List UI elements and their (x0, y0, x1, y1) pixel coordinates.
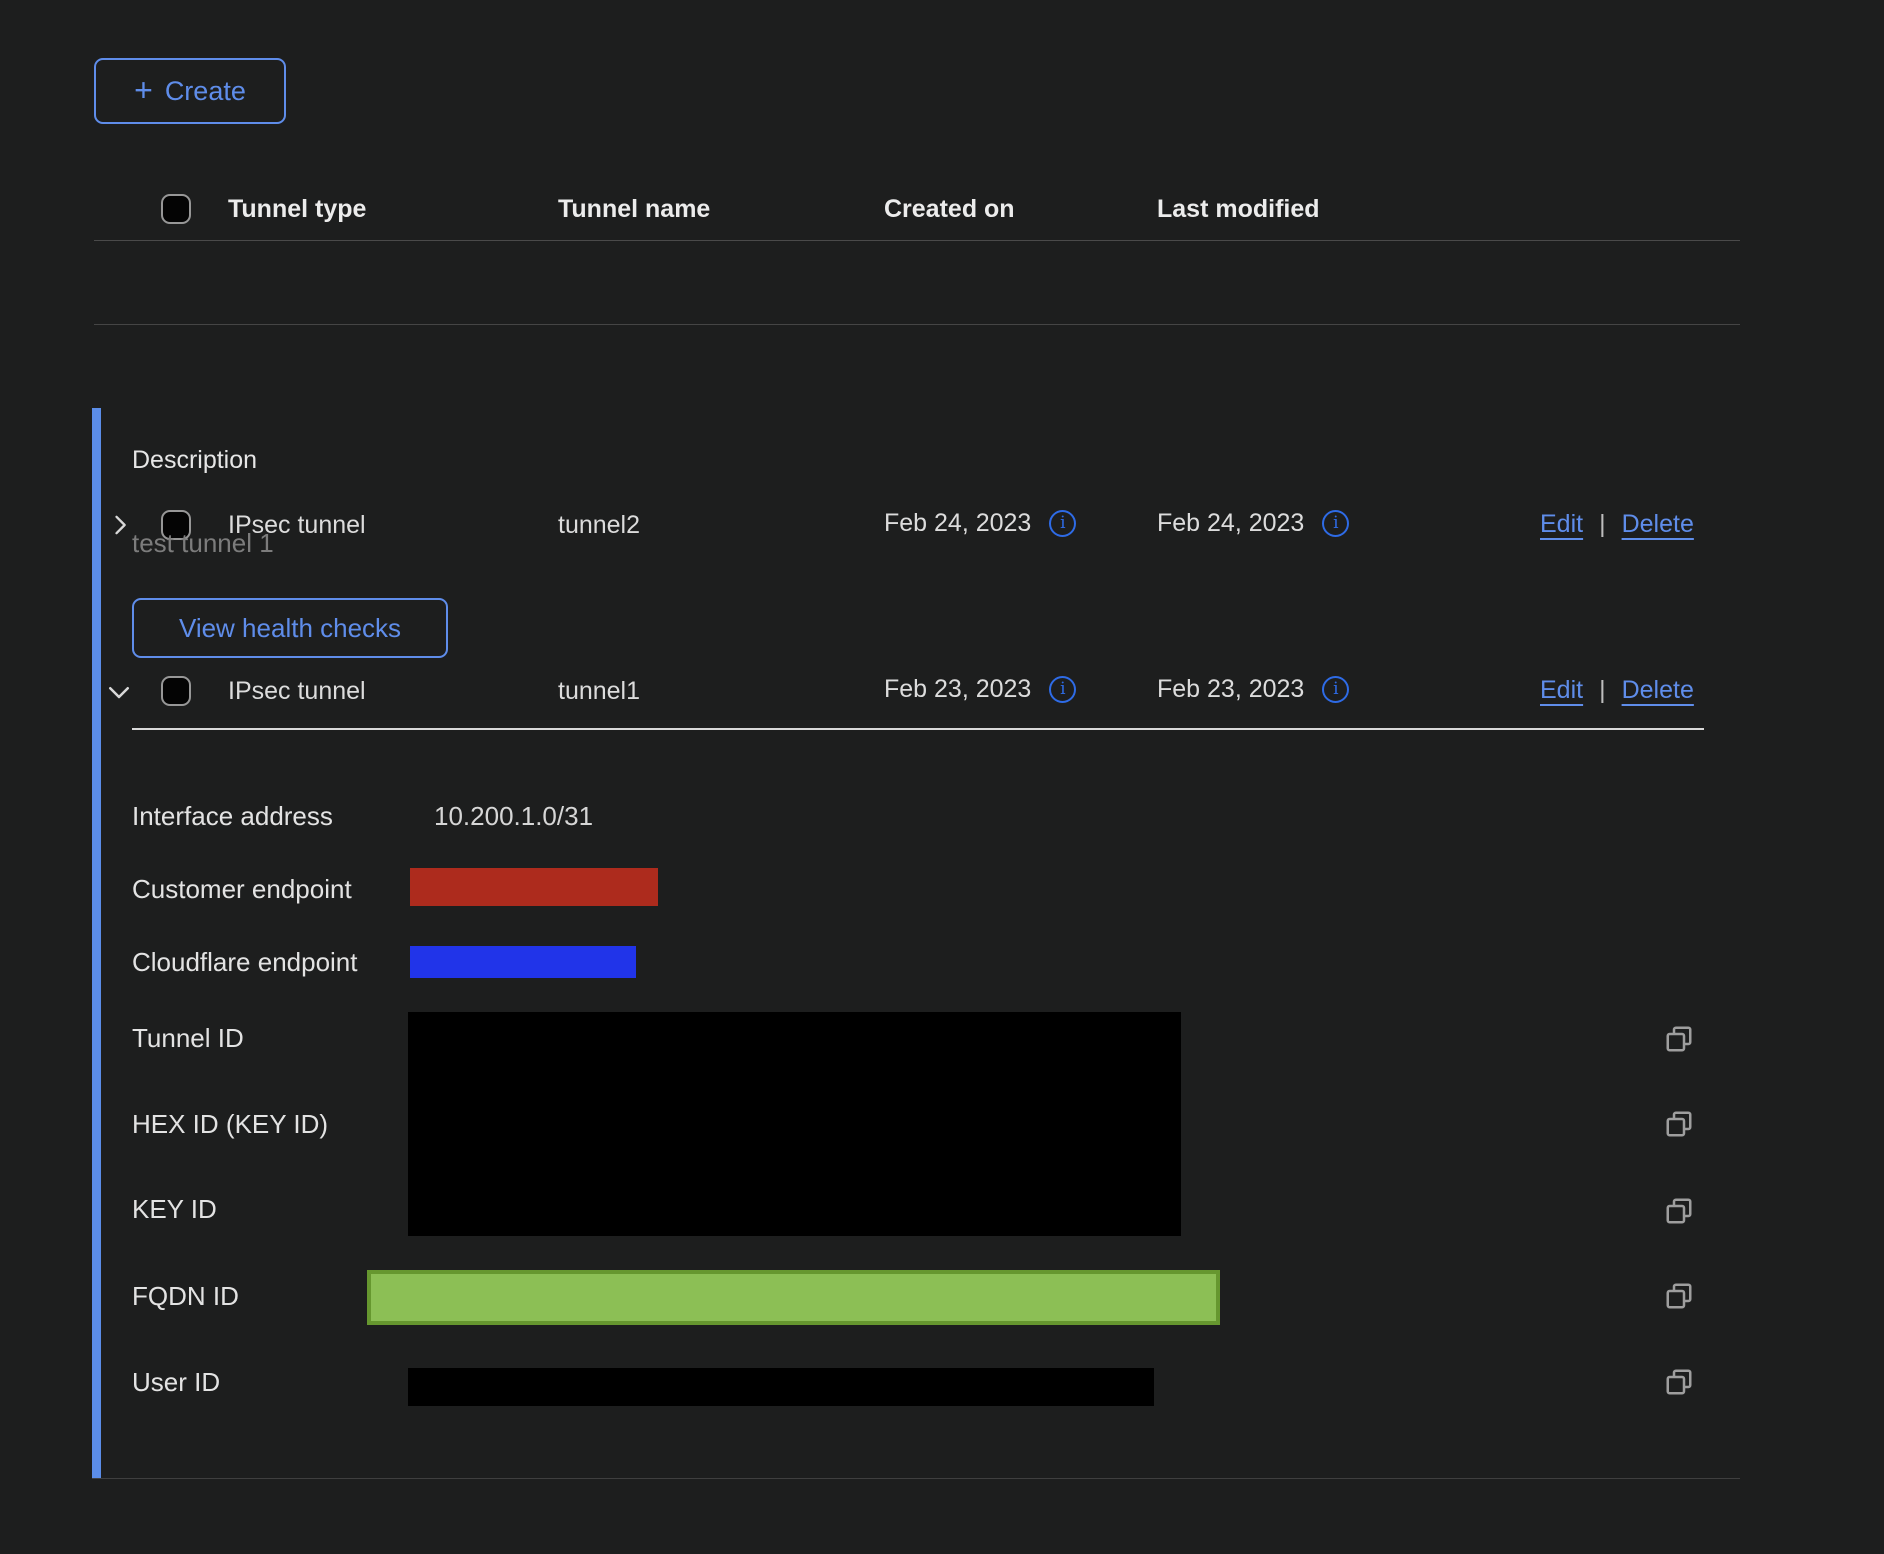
field-label-user-id: User ID (132, 1367, 220, 1398)
column-header-created-on: Created on (884, 195, 1015, 224)
chevron-down-icon (104, 677, 134, 707)
description-label: Description (132, 446, 257, 475)
copy-button-fqdn-id[interactable] (1664, 1281, 1694, 1311)
field-label-cloudflare-endpoint: Cloudflare endpoint (132, 947, 358, 978)
create-button[interactable]: + Create (94, 58, 286, 124)
copy-button-hex-id[interactable] (1664, 1109, 1694, 1139)
edit-link[interactable]: Edit (1540, 510, 1583, 539)
action-separator: | (1599, 510, 1606, 539)
column-header-tunnel-name: Tunnel name (558, 195, 710, 224)
created-on-cell: Feb 24, 2023 (884, 509, 1031, 538)
plus-icon: + (134, 74, 153, 106)
column-header-last-modified: Last modified (1157, 195, 1320, 224)
last-modified-cell: Feb 23, 2023 (1157, 675, 1304, 704)
delete-link[interactable]: Delete (1622, 676, 1694, 705)
view-health-checks-button[interactable]: View health checks (132, 598, 448, 658)
field-label-hex-id: HEX ID (KEY ID) (132, 1109, 328, 1140)
copy-button-user-id[interactable] (1664, 1367, 1694, 1397)
field-label-fqdn-id: FQDN ID (132, 1281, 239, 1312)
redaction-cloudflare-endpoint (410, 946, 636, 978)
info-circle-icon[interactable]: i (1322, 510, 1349, 537)
section-divider (132, 728, 1704, 730)
edit-link[interactable]: Edit (1540, 676, 1583, 705)
field-label-customer-endpoint: Customer endpoint (132, 874, 352, 905)
last-modified-cell: Feb 24, 2023 (1157, 509, 1304, 538)
copy-icon (1664, 1109, 1694, 1139)
row-checkbox[interactable] (161, 676, 191, 706)
table-row: IPsec tunnel tunnel2 Feb 24, 2023 i Feb … (0, 241, 1884, 324)
created-on-cell: Feb 23, 2023 (884, 675, 1031, 704)
copy-icon (1664, 1367, 1694, 1397)
expand-row-button[interactable] (106, 511, 134, 539)
info-circle-icon[interactable]: i (1049, 510, 1076, 537)
row-bottom-divider (92, 1478, 1740, 1479)
copy-icon (1664, 1281, 1694, 1311)
table-row: IPsec tunnel tunnel1 Feb 23, 2023 i Feb … (0, 325, 1884, 408)
tunnels-page: { "colors": { "background": "#1d1e1e", "… (0, 0, 1884, 1554)
chevron-right-icon (106, 511, 134, 539)
create-button-label: Create (165, 76, 246, 107)
field-label-key-id: KEY ID (132, 1194, 217, 1225)
expand-indicator-bar (92, 408, 101, 1478)
redaction-customer-endpoint (410, 868, 658, 906)
tunnel-name-cell: tunnel1 (558, 677, 640, 706)
collapse-row-button[interactable] (104, 677, 134, 707)
copy-button-key-id[interactable] (1664, 1196, 1694, 1226)
tunnel-type-cell: IPsec tunnel (228, 677, 366, 706)
redaction-user-id (408, 1368, 1154, 1406)
field-label-interface-address: Interface address (132, 801, 333, 832)
copy-icon (1664, 1196, 1694, 1226)
info-circle-icon[interactable]: i (1049, 676, 1076, 703)
description-value: test tunnel 1 (132, 528, 274, 559)
copy-icon (1664, 1024, 1694, 1054)
copy-button-tunnel-id[interactable] (1664, 1024, 1694, 1054)
redaction-tunnel-hex-key-ids (408, 1012, 1181, 1236)
redaction-fqdn-id (367, 1270, 1220, 1325)
delete-link[interactable]: Delete (1622, 510, 1694, 539)
field-value-interface-address: 10.200.1.0/31 (434, 801, 593, 832)
action-separator: | (1599, 676, 1606, 705)
tunnel-name-cell: tunnel2 (558, 511, 640, 540)
column-header-tunnel-type: Tunnel type (228, 195, 366, 224)
field-label-tunnel-id: Tunnel ID (132, 1023, 244, 1054)
select-all-checkbox[interactable] (161, 194, 191, 224)
info-circle-icon[interactable]: i (1322, 676, 1349, 703)
